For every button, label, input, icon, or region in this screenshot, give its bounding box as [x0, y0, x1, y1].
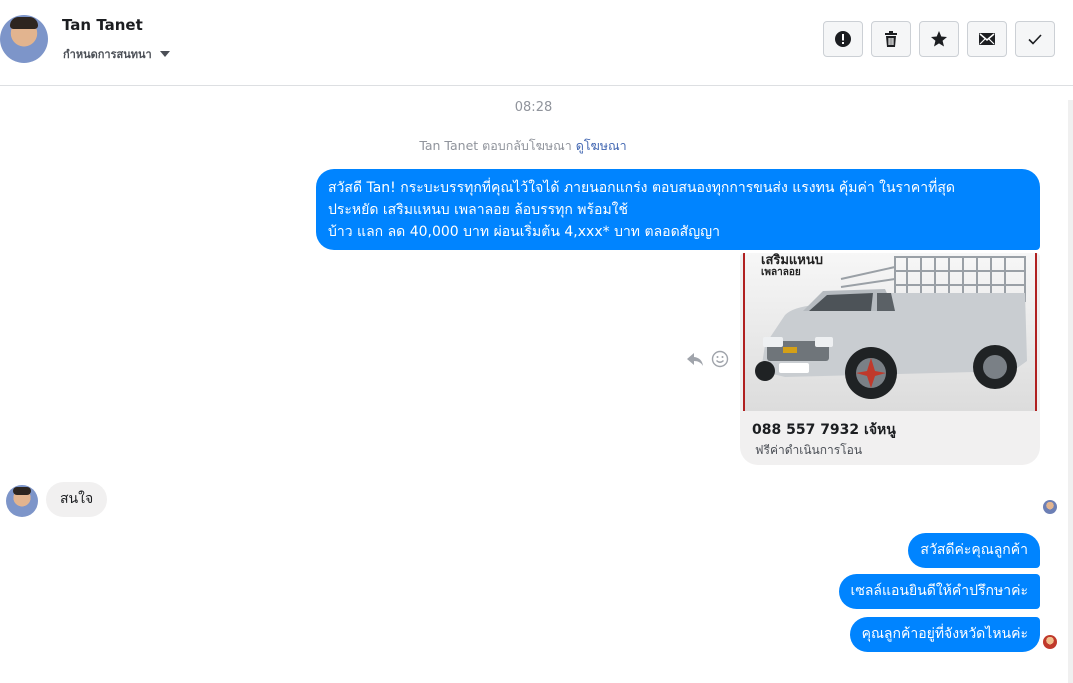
contact-avatar[interactable] [0, 15, 48, 63]
contact-avatar-small[interactable] [6, 485, 38, 517]
exclamation-icon [835, 31, 851, 47]
conversation-settings-label: กำหนดการสนทนา [63, 48, 152, 61]
view-ad-link[interactable]: ดูโฆษณา [576, 138, 627, 153]
ad-card-image: เสริมแหนบ เพลาลอย [743, 253, 1037, 411]
timestamp: 08:28 [514, 100, 553, 115]
mark-done-button[interactable] [1015, 21, 1055, 57]
star-icon [931, 31, 947, 47]
envelope-icon [979, 33, 995, 45]
checkmark-icon [1028, 34, 1042, 45]
delete-button[interactable] [871, 21, 911, 57]
mark-spam-button[interactable] [823, 21, 863, 57]
scrollbar[interactable] [1068, 100, 1073, 683]
emoji-reaction-icon[interactable] [711, 350, 729, 368]
incoming-message-bubble: สนใจ [46, 482, 108, 517]
ad-card-title: 088 557 7932 เจ้หนู [752, 422, 896, 438]
caret-down-icon [159, 51, 170, 57]
reply-message-bubble: สวัสดีค่ะคุณลูกค้า [908, 533, 1040, 568]
ad-card[interactable]: เสริมแหนบ เพลาลอย 088 557 7932 เจ้หนู ฟร… [740, 253, 1040, 465]
ad-reply-note: Tan Tanet ตอบกลับโฆษณา ดูโฆษณา [0, 136, 1046, 156]
header-actions [823, 21, 1055, 57]
reply-icon[interactable] [686, 350, 704, 368]
conversation-settings-dropdown[interactable]: กำหนดการสนทนา [63, 45, 170, 63]
read-receipt-avatar [1043, 635, 1057, 649]
reply-message-bubble: เซลล์แอนยินดีให้คำปรึกษาค่ะ [838, 574, 1040, 609]
ad-message-bubble: สวัสดี Tan! กระบะบรรทุกที่คุณไว้ใจได้ ภา… [316, 169, 1040, 250]
message-line: บ้าว แลก ลด 40,000 บาท ผ่อนเริ่มต้น 4,xx… [328, 224, 720, 240]
ad-card-description: ฟรีค่าดำเนินการโอน [755, 443, 863, 457]
seen-indicator-avatar [1043, 500, 1057, 514]
reply-message-bubble: คุณลูกค้าอยู่ที่จังหวัดไหนค่ะ [849, 617, 1040, 652]
message-line: ประหยัด เสริมแหนบ เพลาลอย ล้อบรรทุก พร้อ… [328, 202, 629, 218]
star-button[interactable] [919, 21, 959, 57]
trash-icon [885, 31, 897, 47]
conversation-header: Tan Tanet กำหนดการสนทนา [0, 0, 1073, 86]
mark-unread-button[interactable] [967, 21, 1007, 57]
contact-name[interactable]: Tan Tanet [62, 16, 143, 34]
ad-reply-text: Tan Tanet ตอบกลับโฆษณา [419, 138, 572, 153]
pickup-truck-illustration [755, 256, 1027, 399]
message-line: สวัสดี Tan! กระบะบรรทุกที่คุณไว้ใจได้ ภา… [328, 180, 956, 196]
